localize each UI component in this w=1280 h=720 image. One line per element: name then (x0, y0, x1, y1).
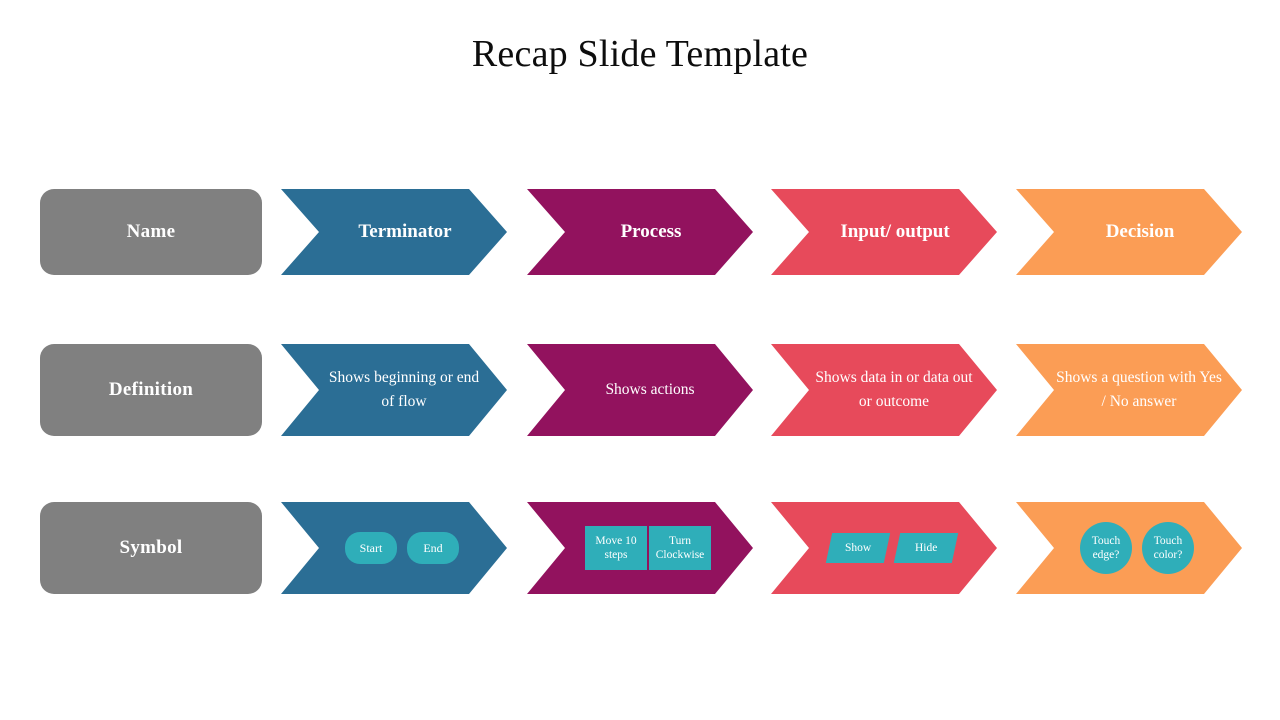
symbol-block-end[interactable]: End (407, 532, 459, 564)
chevron-symbol-process[interactable]: Move 10 steps Turn Clockwise (527, 502, 753, 594)
row-label-symbol: Symbol (40, 502, 262, 594)
chevron-name-process[interactable]: Process (527, 189, 753, 275)
symbol-block-hide[interactable]: Hide (893, 533, 959, 563)
symbol-group-process: Move 10 steps Turn Clockwise (569, 526, 711, 570)
symbol-group-terminator: Start End (329, 532, 459, 564)
chevron-definition-terminator[interactable]: Shows beginning or end of flow (281, 344, 507, 436)
chevron-name-input-output-label: Input/ output (840, 221, 950, 243)
row-symbol: Symbol Start End Move 10 steps Turn Cloc… (0, 502, 1280, 594)
chevron-name-terminator-label: Terminator (358, 221, 452, 243)
chevron-name-input-output[interactable]: Input/ output (771, 189, 997, 275)
chevron-name-terminator[interactable]: Terminator (281, 189, 507, 275)
row-label-name-text: Name (126, 221, 176, 242)
chevron-symbol-terminator[interactable]: Start End (281, 502, 507, 594)
symbol-block-turn-clockwise[interactable]: Turn Clockwise (649, 526, 711, 570)
symbol-block-move-10-steps[interactable]: Move 10 steps (585, 526, 647, 570)
row-label-symbol-text: Symbol (119, 537, 183, 558)
row-label-definition-text: Definition (108, 379, 194, 400)
chevron-definition-input-output[interactable]: Shows data in or data out or outcome (771, 344, 997, 436)
chevron-definition-input-output-text: Shows data in or data out or outcome (815, 369, 973, 410)
chevron-symbol-input-output[interactable]: Show Hide (771, 502, 997, 594)
recap-slide-diagram: Recap Slide Template Name Terminator Pro… (0, 0, 1280, 720)
chevron-definition-process-text: Shows actions (605, 381, 695, 399)
chevron-name-decision-label: Decision (1105, 221, 1175, 243)
chevron-definition-process[interactable]: Shows actions (527, 344, 753, 436)
chevron-name-process-label: Process (620, 221, 682, 243)
symbol-block-touch-color[interactable]: Touch color? (1142, 522, 1194, 574)
chevron-definition-decision-text: Shows a question with Yes / No answer (1056, 369, 1222, 410)
slide-title-text: Recap Slide Template (471, 33, 809, 75)
symbol-block-show-text: Show (844, 541, 872, 554)
symbol-block-show[interactable]: Show (825, 533, 891, 563)
chevron-definition-decision[interactable]: Shows a question with Yes / No answer (1016, 344, 1242, 436)
chevron-symbol-decision[interactable]: Touch edge? Touch color? (1016, 502, 1242, 594)
symbol-group-input-output: Show Hide (813, 533, 959, 563)
chevron-name-decision[interactable]: Decision (1016, 189, 1242, 275)
row-name: Name Terminator Process Input/ output De… (0, 189, 1280, 275)
row-label-name: Name (40, 189, 262, 275)
chevron-definition-terminator-text: Shows beginning or end of flow (328, 369, 480, 410)
symbol-block-touch-edge[interactable]: Touch edge? (1080, 522, 1132, 574)
symbol-block-hide-text: Hide (914, 541, 938, 554)
symbol-group-decision: Touch edge? Touch color? (1064, 522, 1194, 574)
row-label-definition: Definition (40, 344, 262, 436)
row-definition: Definition Shows beginning or end of flo… (0, 344, 1280, 436)
symbol-block-start[interactable]: Start (345, 532, 397, 564)
